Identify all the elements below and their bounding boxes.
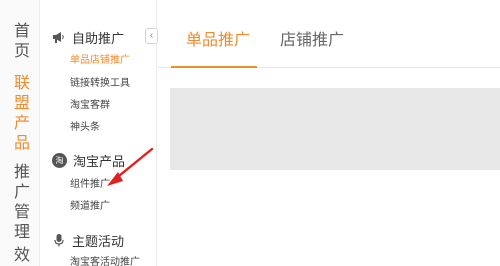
sidebar-item-component-promotion[interactable]: 组件推广 [70, 178, 110, 192]
active-tab-indicator [171, 66, 257, 68]
taobao-icon: 淘 [52, 152, 67, 168]
sidebar-item-headlines[interactable]: 神头条 [70, 121, 100, 135]
section-title: 淘宝产品 [73, 153, 126, 169]
main-content: 单品推广 店铺推广 [158, 0, 500, 266]
section-self-service-promotion: 自助推广 [52, 28, 124, 46]
section-theme-activities: 主题活动 [52, 231, 124, 249]
sidebar-collapse-button[interactable]: ‹ [145, 28, 158, 44]
nav-group-alliance-products[interactable]: 联盟产品 [14, 74, 32, 154]
tab-store-promotion[interactable]: 店铺推广 [280, 30, 344, 52]
sidebar-item-taoke-activity-promotion[interactable]: 淘宝客活动推广 [70, 256, 140, 266]
nav-group-home[interactable]: 首页 [14, 22, 32, 62]
sidebar-item-link-converter[interactable]: 链接转换工具 [70, 77, 130, 91]
content-placeholder-block [170, 88, 500, 170]
nav-group-promotion-management[interactable]: 推广管理 [14, 163, 32, 243]
sidebar-item-channel-promotion[interactable]: 频道推广 [70, 200, 110, 214]
nav-group-effect[interactable]: 效 [14, 246, 32, 266]
sidebar-item-taoke-group[interactable]: 淘宝客群 [70, 99, 110, 113]
section-taobao-products: 淘 淘宝产品 [52, 151, 125, 169]
microphone-icon [52, 233, 66, 247]
tab-single-product-promotion[interactable]: 单品推广 [186, 30, 250, 52]
tab-bar: 单品推广 店铺推广 [158, 0, 500, 68]
section-title: 主题活动 [72, 233, 125, 249]
sidebar-item-single-store-promotion[interactable]: 单品店铺推广 [70, 54, 130, 68]
left-vertical-nav: 首页 联盟产品 推广管理 效 [0, 0, 40, 266]
megaphone-icon [52, 30, 66, 44]
section-title: 自助推广 [72, 30, 125, 46]
